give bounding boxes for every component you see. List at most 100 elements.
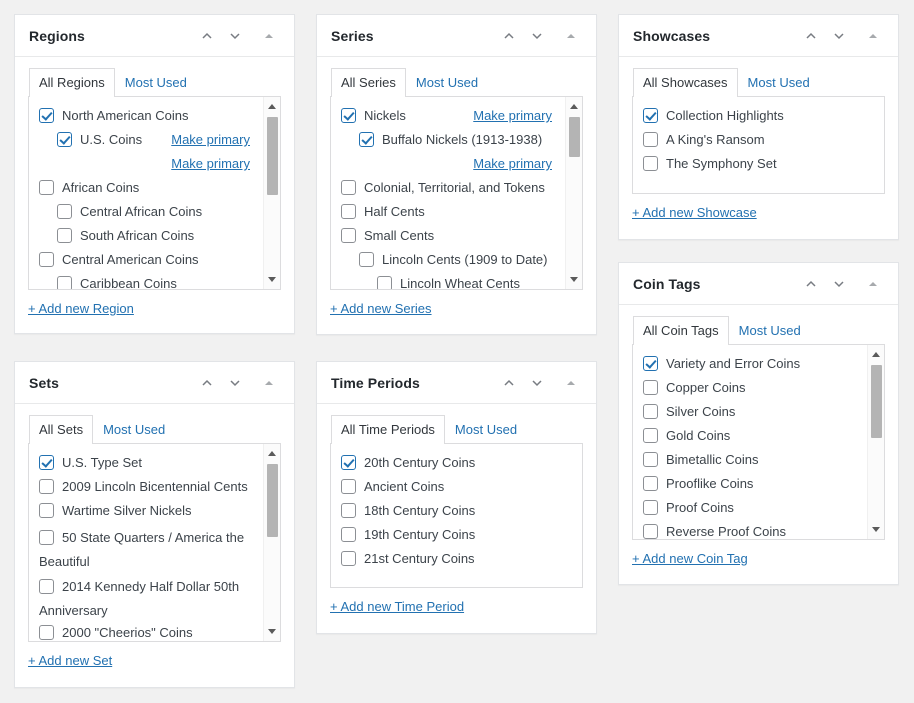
checkbox[interactable] bbox=[341, 180, 356, 195]
checkbox[interactable] bbox=[643, 132, 658, 147]
tab-most-used-series[interactable]: Most Used bbox=[406, 68, 488, 97]
scrollbar-thumb[interactable] bbox=[569, 117, 580, 157]
checkbox[interactable] bbox=[341, 551, 356, 566]
chevron-up-icon[interactable] bbox=[194, 370, 220, 396]
chevron-up-icon[interactable] bbox=[194, 23, 220, 49]
list-item-label[interactable]: U.S. Coins bbox=[80, 132, 142, 147]
chevron-up-icon[interactable] bbox=[798, 23, 824, 49]
list-item-label[interactable]: Collection Highlights bbox=[666, 108, 784, 123]
chevron-up-icon[interactable] bbox=[496, 23, 522, 49]
checkbox[interactable] bbox=[643, 380, 658, 395]
scrollbar-sets[interactable] bbox=[263, 444, 280, 641]
scrollbar-regions[interactable] bbox=[263, 97, 280, 289]
add-new-coin-tag-link[interactable]: + Add new Coin Tag bbox=[632, 551, 748, 566]
checkbox[interactable] bbox=[359, 132, 374, 147]
tab-all-sets[interactable]: All Sets bbox=[29, 415, 94, 444]
list-item-label[interactable]: Lincoln Cents (1909 to Date) bbox=[382, 252, 547, 267]
list-item-label[interactable]: Silver Coins bbox=[666, 404, 735, 419]
list-item-label[interactable]: Reverse Proof Coins bbox=[666, 524, 786, 539]
make-primary-link[interactable]: Make primary bbox=[171, 155, 250, 172]
checkbox[interactable] bbox=[39, 108, 54, 123]
scroll-up-arrow-icon[interactable] bbox=[264, 446, 280, 461]
checkbox[interactable] bbox=[359, 252, 374, 267]
checkbox[interactable] bbox=[39, 503, 54, 518]
list-item-label[interactable]: North American Coins bbox=[62, 108, 188, 123]
list-item-label[interactable]: 2009 Lincoln Bicentennial Cents bbox=[62, 479, 248, 494]
checkbox[interactable] bbox=[341, 204, 356, 219]
chevron-down-icon[interactable] bbox=[524, 370, 550, 396]
chevron-down-icon[interactable] bbox=[826, 23, 852, 49]
checkbox[interactable] bbox=[57, 228, 72, 243]
checkbox[interactable] bbox=[57, 132, 72, 147]
triangle-up-icon[interactable] bbox=[860, 271, 886, 297]
list-item-label[interactable]: Ancient Coins bbox=[364, 479, 444, 494]
scroll-down-arrow-icon[interactable] bbox=[264, 624, 280, 639]
add-new-set-link[interactable]: + Add new Set bbox=[28, 653, 112, 668]
scrollbar-series[interactable] bbox=[565, 97, 582, 289]
checkbox[interactable] bbox=[341, 479, 356, 494]
triangle-up-icon[interactable] bbox=[558, 23, 584, 49]
triangle-up-icon[interactable] bbox=[256, 23, 282, 49]
list-item-label[interactable]: Wartime Silver Nickels bbox=[62, 503, 192, 518]
list-item-label[interactable]: Half Cents bbox=[364, 204, 425, 219]
triangle-up-icon[interactable] bbox=[860, 23, 886, 49]
scroll-down-arrow-icon[interactable] bbox=[264, 272, 280, 287]
tab-most-used-coin-tags[interactable]: Most Used bbox=[729, 316, 811, 345]
checkbox[interactable] bbox=[643, 108, 658, 123]
checkbox[interactable] bbox=[643, 156, 658, 171]
tab-most-used-showcases[interactable]: Most Used bbox=[738, 68, 820, 97]
checkbox[interactable] bbox=[643, 428, 658, 443]
checkbox[interactable] bbox=[643, 356, 658, 371]
triangle-up-icon[interactable] bbox=[558, 370, 584, 396]
make-primary-link[interactable]: Make primary bbox=[171, 131, 250, 148]
list-item-label[interactable]: 18th Century Coins bbox=[364, 503, 475, 518]
add-new-series-link[interactable]: + Add new Series bbox=[330, 301, 432, 316]
scroll-up-arrow-icon[interactable] bbox=[264, 99, 280, 114]
chevron-down-icon[interactable] bbox=[222, 23, 248, 49]
list-item-label[interactable]: Bimetallic Coins bbox=[666, 452, 758, 467]
checkbox[interactable] bbox=[341, 455, 356, 470]
checkbox[interactable] bbox=[341, 527, 356, 542]
scrollbar-coin-tags[interactable] bbox=[867, 345, 884, 539]
list-item-label[interactable]: African Coins bbox=[62, 180, 139, 195]
checkbox[interactable] bbox=[643, 524, 658, 539]
chevron-down-icon[interactable] bbox=[524, 23, 550, 49]
triangle-up-icon[interactable] bbox=[256, 370, 282, 396]
checkbox[interactable] bbox=[377, 276, 392, 289]
tab-all-series[interactable]: All Series bbox=[331, 68, 406, 97]
checkbox[interactable] bbox=[341, 108, 356, 123]
list-item-label[interactable]: Colonial, Territorial, and Tokens bbox=[364, 180, 545, 195]
chevron-up-icon[interactable] bbox=[496, 370, 522, 396]
scrollbar-thumb[interactable] bbox=[267, 464, 278, 537]
list-item-label[interactable]: Caribbean Coins bbox=[80, 276, 177, 289]
list-item-label[interactable]: Buffalo Nickels (1913-1938) bbox=[382, 132, 542, 147]
tab-most-used-regions[interactable]: Most Used bbox=[115, 68, 197, 97]
make-primary-link[interactable]: Make primary bbox=[473, 107, 552, 124]
make-primary-link[interactable]: Make primary bbox=[473, 155, 552, 172]
tab-all-coin-tags[interactable]: All Coin Tags bbox=[633, 316, 729, 345]
checkbox[interactable] bbox=[39, 530, 54, 545]
add-new-time-period-link[interactable]: + Add new Time Period bbox=[330, 599, 464, 614]
checkbox[interactable] bbox=[341, 228, 356, 243]
list-item-label[interactable]: Small Cents bbox=[364, 228, 434, 243]
list-item-label[interactable]: Copper Coins bbox=[666, 380, 746, 395]
add-new-region-link[interactable]: + Add new Region bbox=[28, 301, 134, 316]
tab-most-used-sets[interactable]: Most Used bbox=[93, 415, 175, 444]
list-item-label[interactable]: 2000 "Cheerios" Coins bbox=[62, 625, 193, 640]
add-new-showcase-link[interactable]: + Add new Showcase bbox=[632, 205, 757, 220]
list-item-label[interactable]: Lincoln Wheat Cents bbox=[400, 276, 520, 289]
list-item-label[interactable]: 20th Century Coins bbox=[364, 455, 475, 470]
checkbox[interactable] bbox=[643, 404, 658, 419]
list-item-label[interactable]: 2014 Kennedy Half Dollar 50th Anniversar… bbox=[39, 579, 239, 618]
list-item-label[interactable]: 21st Century Coins bbox=[364, 551, 475, 566]
checkbox[interactable] bbox=[341, 503, 356, 518]
chevron-up-icon[interactable] bbox=[798, 271, 824, 297]
checkbox[interactable] bbox=[57, 204, 72, 219]
list-item-label[interactable]: A King's Ransom bbox=[666, 132, 765, 147]
checkbox[interactable] bbox=[57, 276, 72, 289]
checkbox[interactable] bbox=[39, 252, 54, 267]
checkbox[interactable] bbox=[39, 479, 54, 494]
tab-most-used-time-periods[interactable]: Most Used bbox=[445, 415, 527, 444]
scrollbar-thumb[interactable] bbox=[871, 365, 882, 438]
checkbox[interactable] bbox=[39, 625, 54, 640]
